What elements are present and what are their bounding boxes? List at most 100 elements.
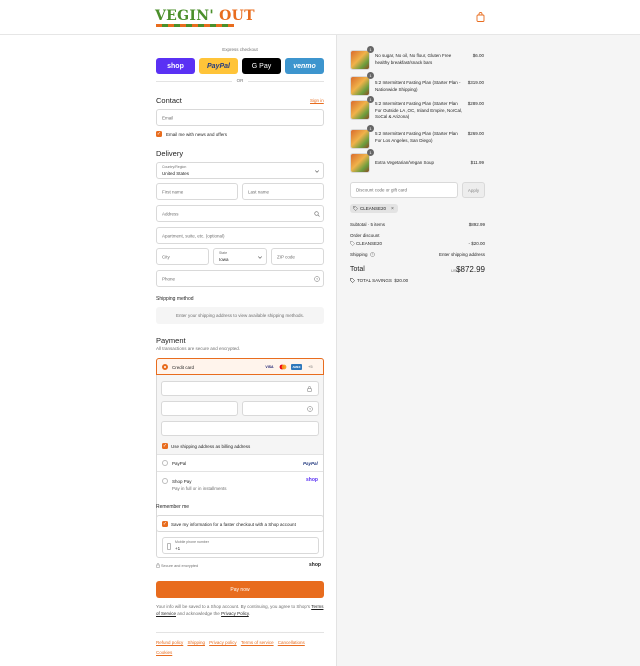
product-image <box>350 50 370 70</box>
phone-field[interactable]: Phone ? <box>156 270 324 287</box>
footer-link-shipping[interactable]: Shipping <box>187 640 205 645</box>
country-value: United States <box>162 170 190 176</box>
express-checkout-title: Express checkout <box>222 47 258 52</box>
address-placeholder: Address <box>162 211 179 216</box>
paypal-logo: PayPal <box>303 460 318 466</box>
secure-encrypted-text: Secure and encrypted <box>161 564 199 568</box>
total-value: $872.99 <box>456 265 485 274</box>
billing-same-checkbox[interactable]: ✓ <box>162 443 168 449</box>
legal-text: Your info will be saved to a Shop accoun… <box>156 603 324 617</box>
first-name-placeholder: First name <box>162 189 184 194</box>
save-info-checkbox[interactable]: ✓ <box>162 521 168 527</box>
shop-pay-button[interactable]: shop <box>156 58 195 74</box>
apartment-placeholder: Apartment, suite, etc. (optional) <box>162 233 225 238</box>
privacy-policy-link[interactable]: Privacy Policy <box>221 611 249 616</box>
help-icon[interactable]: ? <box>307 406 313 412</box>
last-name-field[interactable]: Last name <box>242 183 324 200</box>
chevron-down-icon <box>258 256 262 259</box>
remember-box: ✓ Save my information for a faster check… <box>156 515 324 558</box>
zip-field[interactable]: ZIP code <box>271 248 324 265</box>
subtotal-value: $892.99 <box>468 222 485 227</box>
paypal-option[interactable]: PayPal PayPal <box>157 455 323 472</box>
venmo-button[interactable]: venmo <box>285 58 324 74</box>
quantity-badge: 1 <box>367 125 374 132</box>
total-label: Total <box>350 266 365 273</box>
google-pay-button[interactable]: G Pay <box>242 58 281 74</box>
discount-code-field[interactable]: Discount code or gift card <box>350 182 458 198</box>
save-info-label: Save my information for a faster checkou… <box>171 522 296 527</box>
paypal-button[interactable]: PayPal <box>199 58 238 74</box>
credit-card-label: Credit card <box>172 364 195 370</box>
order-discount-label: Order discount <box>350 233 380 238</box>
product-image <box>350 100 370 120</box>
shop-pay-logo: shop <box>306 477 318 483</box>
product-price: $289.00 <box>467 101 484 106</box>
footer-link-privacy[interactable]: Privacy policy <box>209 640 237 645</box>
billing-same-label: Use shipping address as billing address <box>171 444 251 449</box>
first-name-field[interactable]: First name <box>156 183 238 200</box>
footer-divider <box>156 632 324 633</box>
credit-card-form: ? ✓ Use shipping address as billing addr… <box>157 375 323 455</box>
zip-placeholder: ZIP code <box>277 254 295 259</box>
news-label: Email me with news and offers <box>166 132 227 137</box>
apartment-field[interactable]: Apartment, suite, etc. (optional) <box>156 227 324 244</box>
shop-pay-option[interactable]: Shop Pay Pay in full or in installments … <box>157 472 323 496</box>
state-value: Iowa <box>219 256 229 262</box>
tag-icon <box>350 278 355 283</box>
address-field[interactable]: Address <box>156 205 324 222</box>
pay-now-button[interactable]: Pay now <box>156 581 324 598</box>
checkout-form: Express checkout shop PayPal G Pay venmo… <box>0 35 336 666</box>
credit-card-option[interactable]: Credit card VISA AMEX +5 <box>156 358 324 375</box>
paypal-radio[interactable] <box>162 460 168 466</box>
order-discount-value: - $20.00 <box>468 241 485 246</box>
sign-in-link[interactable]: Sign in <box>310 98 324 103</box>
amex-icon: AMEX <box>291 364 302 370</box>
news-checkbox[interactable]: ✓ <box>156 131 162 137</box>
credit-card-radio[interactable] <box>162 364 168 370</box>
footer-link-refund[interactable]: Refund policy <box>156 640 183 645</box>
store-logo[interactable]: VEGIN' OUT <box>155 8 255 28</box>
quantity-badge: 1 <box>367 149 374 156</box>
svg-text:?: ? <box>309 407 311 411</box>
legal-text-a: Your info will be saved to a Shop accoun… <box>156 604 311 609</box>
help-icon[interactable]: ? <box>370 252 375 257</box>
legal-text-b: and acknowledge the <box>177 611 220 616</box>
tag-icon <box>353 206 358 211</box>
discount-tag-code: CLEANSE20 <box>360 206 387 211</box>
shop-pay-subtitle: Pay in full or in installments <box>172 486 227 491</box>
lock-icon <box>307 386 312 392</box>
quantity-badge: 1 <box>367 96 374 103</box>
order-discount-code: CLEANSE20 <box>356 241 383 246</box>
security-code-field[interactable]: ? <box>242 401 319 416</box>
shopping-bag-icon[interactable] <box>476 12 485 22</box>
card-number-field[interactable] <box>161 381 319 396</box>
state-select[interactable]: State Iowa <box>213 248 267 265</box>
footer-link-cookies[interactable]: Cookies <box>156 650 172 655</box>
mobile-phone-field[interactable]: Mobile phone number +1 <box>162 537 319 554</box>
city-field[interactable]: City <box>156 248 209 265</box>
product-price: $6.00 <box>472 53 484 58</box>
shipping-value: Enter shipping address <box>438 252 485 257</box>
lock-icon <box>156 563 160 568</box>
product-price: $11.99 <box>470 160 484 165</box>
product-image <box>350 76 370 96</box>
footer-link-terms[interactable]: Terms of service <box>241 640 274 645</box>
total-savings-label: TOTAL SAVINGS $20.00 <box>357 278 408 283</box>
country-select[interactable]: Country/Region United States <box>156 162 324 179</box>
or-divider: OR <box>156 78 324 84</box>
paypal-label: PayPal <box>172 461 187 466</box>
apply-button[interactable]: Apply <box>462 182 485 198</box>
shop-pay-radio[interactable] <box>162 478 168 484</box>
name-on-card-field[interactable] <box>161 421 319 436</box>
expiration-field[interactable] <box>161 401 238 416</box>
footer-link-cancellations[interactable]: Cancellations <box>278 640 305 645</box>
search-icon <box>314 211 320 217</box>
remember-heading: Remember me <box>156 504 190 510</box>
shipping-label: Shipping <box>350 252 368 257</box>
mastercard-icon <box>278 364 288 370</box>
email-field[interactable]: Email <box>156 109 324 126</box>
legal-text-c: . <box>248 611 251 616</box>
delivery-heading: Delivery <box>156 149 184 158</box>
remove-discount-icon[interactable]: × <box>391 206 394 212</box>
help-icon[interactable]: ? <box>314 276 320 282</box>
